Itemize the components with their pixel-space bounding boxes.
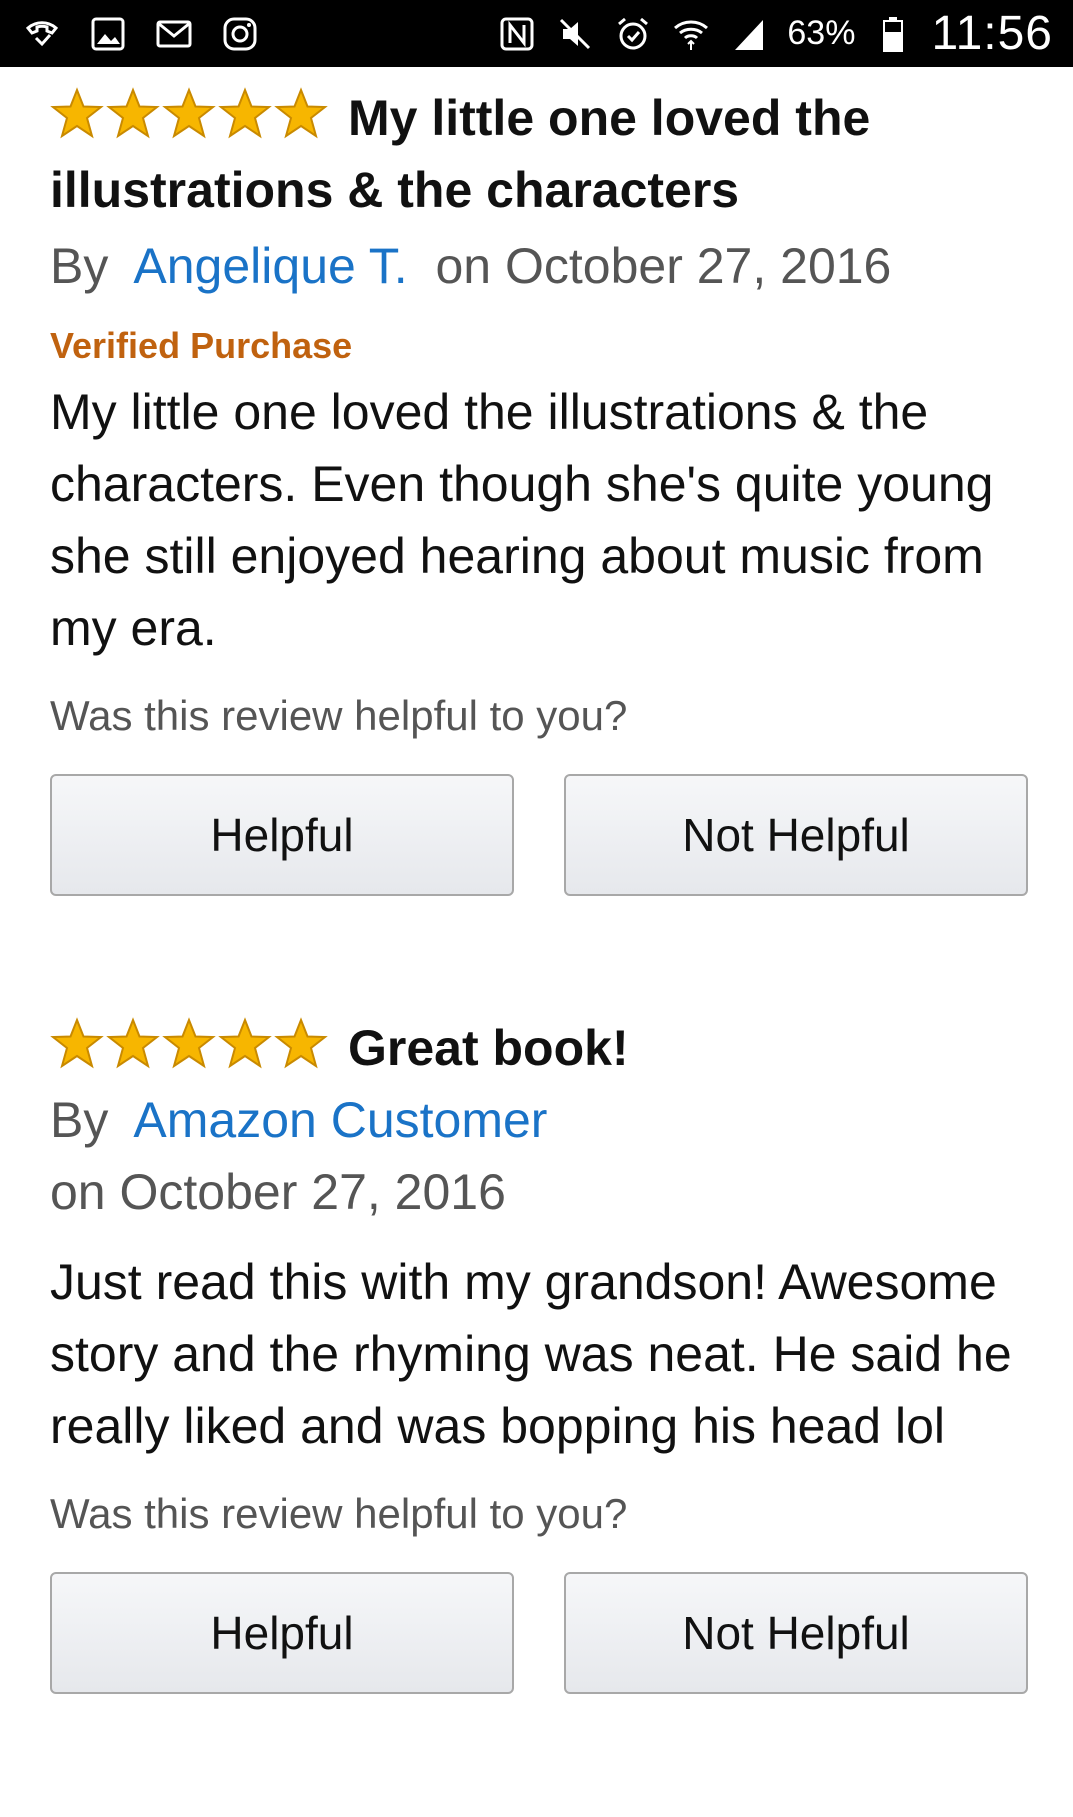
review-body: My little one loved the illustrations & … xyxy=(50,384,994,656)
star-icon xyxy=(162,87,216,141)
helpful-question: Was this review helpful to you? xyxy=(50,692,628,739)
review-body: Just read this with my grandson! Awesome… xyxy=(50,1254,1012,1454)
review-card: Great book! By Amazon Customer on Octobe… xyxy=(50,1012,1030,1694)
star-icon xyxy=(274,87,328,141)
not-helpful-button[interactable]: Not Helpful xyxy=(564,1572,1028,1694)
status-bar: 63% 11:56 xyxy=(0,0,1073,67)
status-bar-notifications xyxy=(22,0,260,67)
helpful-button[interactable]: Helpful xyxy=(50,774,514,896)
star-icon xyxy=(50,87,104,141)
clock: 11:56 xyxy=(931,7,1053,60)
mute-icon xyxy=(555,14,595,54)
star-icon xyxy=(162,1017,216,1071)
review-byline: By Amazon Customer xyxy=(50,1084,1030,1156)
star-icon xyxy=(50,1017,104,1071)
status-bar-system: 63% 11:56 xyxy=(497,0,1053,67)
author-link[interactable]: Angelique T. xyxy=(133,238,407,294)
gallery-icon xyxy=(88,14,128,54)
author-link[interactable]: Amazon Customer xyxy=(133,1092,547,1148)
review-title: Great book! xyxy=(348,1020,629,1076)
instagram-icon xyxy=(220,14,260,54)
star-icon xyxy=(274,1017,328,1071)
helpful-buttons: Helpful Not Helpful xyxy=(50,1572,1030,1694)
star-icon xyxy=(218,1017,272,1071)
star-rating xyxy=(50,87,328,141)
review-title-line: Great book! xyxy=(50,1012,1030,1084)
star-icon xyxy=(218,87,272,141)
star-icon xyxy=(106,87,160,141)
battery-icon xyxy=(873,14,913,54)
review-date: on October 27, 2016 xyxy=(435,238,892,294)
battery-percent: 63% xyxy=(787,14,856,52)
gmail-icon xyxy=(154,14,194,54)
review-title-line: My little one loved the illustrations & … xyxy=(50,82,1030,226)
nfc-icon xyxy=(497,14,537,54)
helpful-question: Was this review helpful to you? xyxy=(50,1490,628,1537)
helpful-button[interactable]: Helpful xyxy=(50,1572,514,1694)
review-card: My little one loved the illustrations & … xyxy=(50,82,1030,896)
wifi-icon xyxy=(671,14,711,54)
review-byline: By Angelique T. on October 27, 2016 xyxy=(50,230,1030,302)
by-label: By xyxy=(50,1092,109,1148)
verified-purchase-badge: Verified Purchase xyxy=(50,325,353,366)
helpful-buttons: Helpful Not Helpful xyxy=(50,774,1030,896)
star-rating xyxy=(50,1017,328,1071)
signal-icon xyxy=(729,14,769,54)
not-helpful-button[interactable]: Not Helpful xyxy=(564,774,1028,896)
star-icon xyxy=(106,1017,160,1071)
review-date: on October 27, 2016 xyxy=(50,1164,506,1220)
missed-call-icon xyxy=(22,14,62,54)
alarm-icon xyxy=(613,14,653,54)
by-label: By xyxy=(50,238,109,294)
